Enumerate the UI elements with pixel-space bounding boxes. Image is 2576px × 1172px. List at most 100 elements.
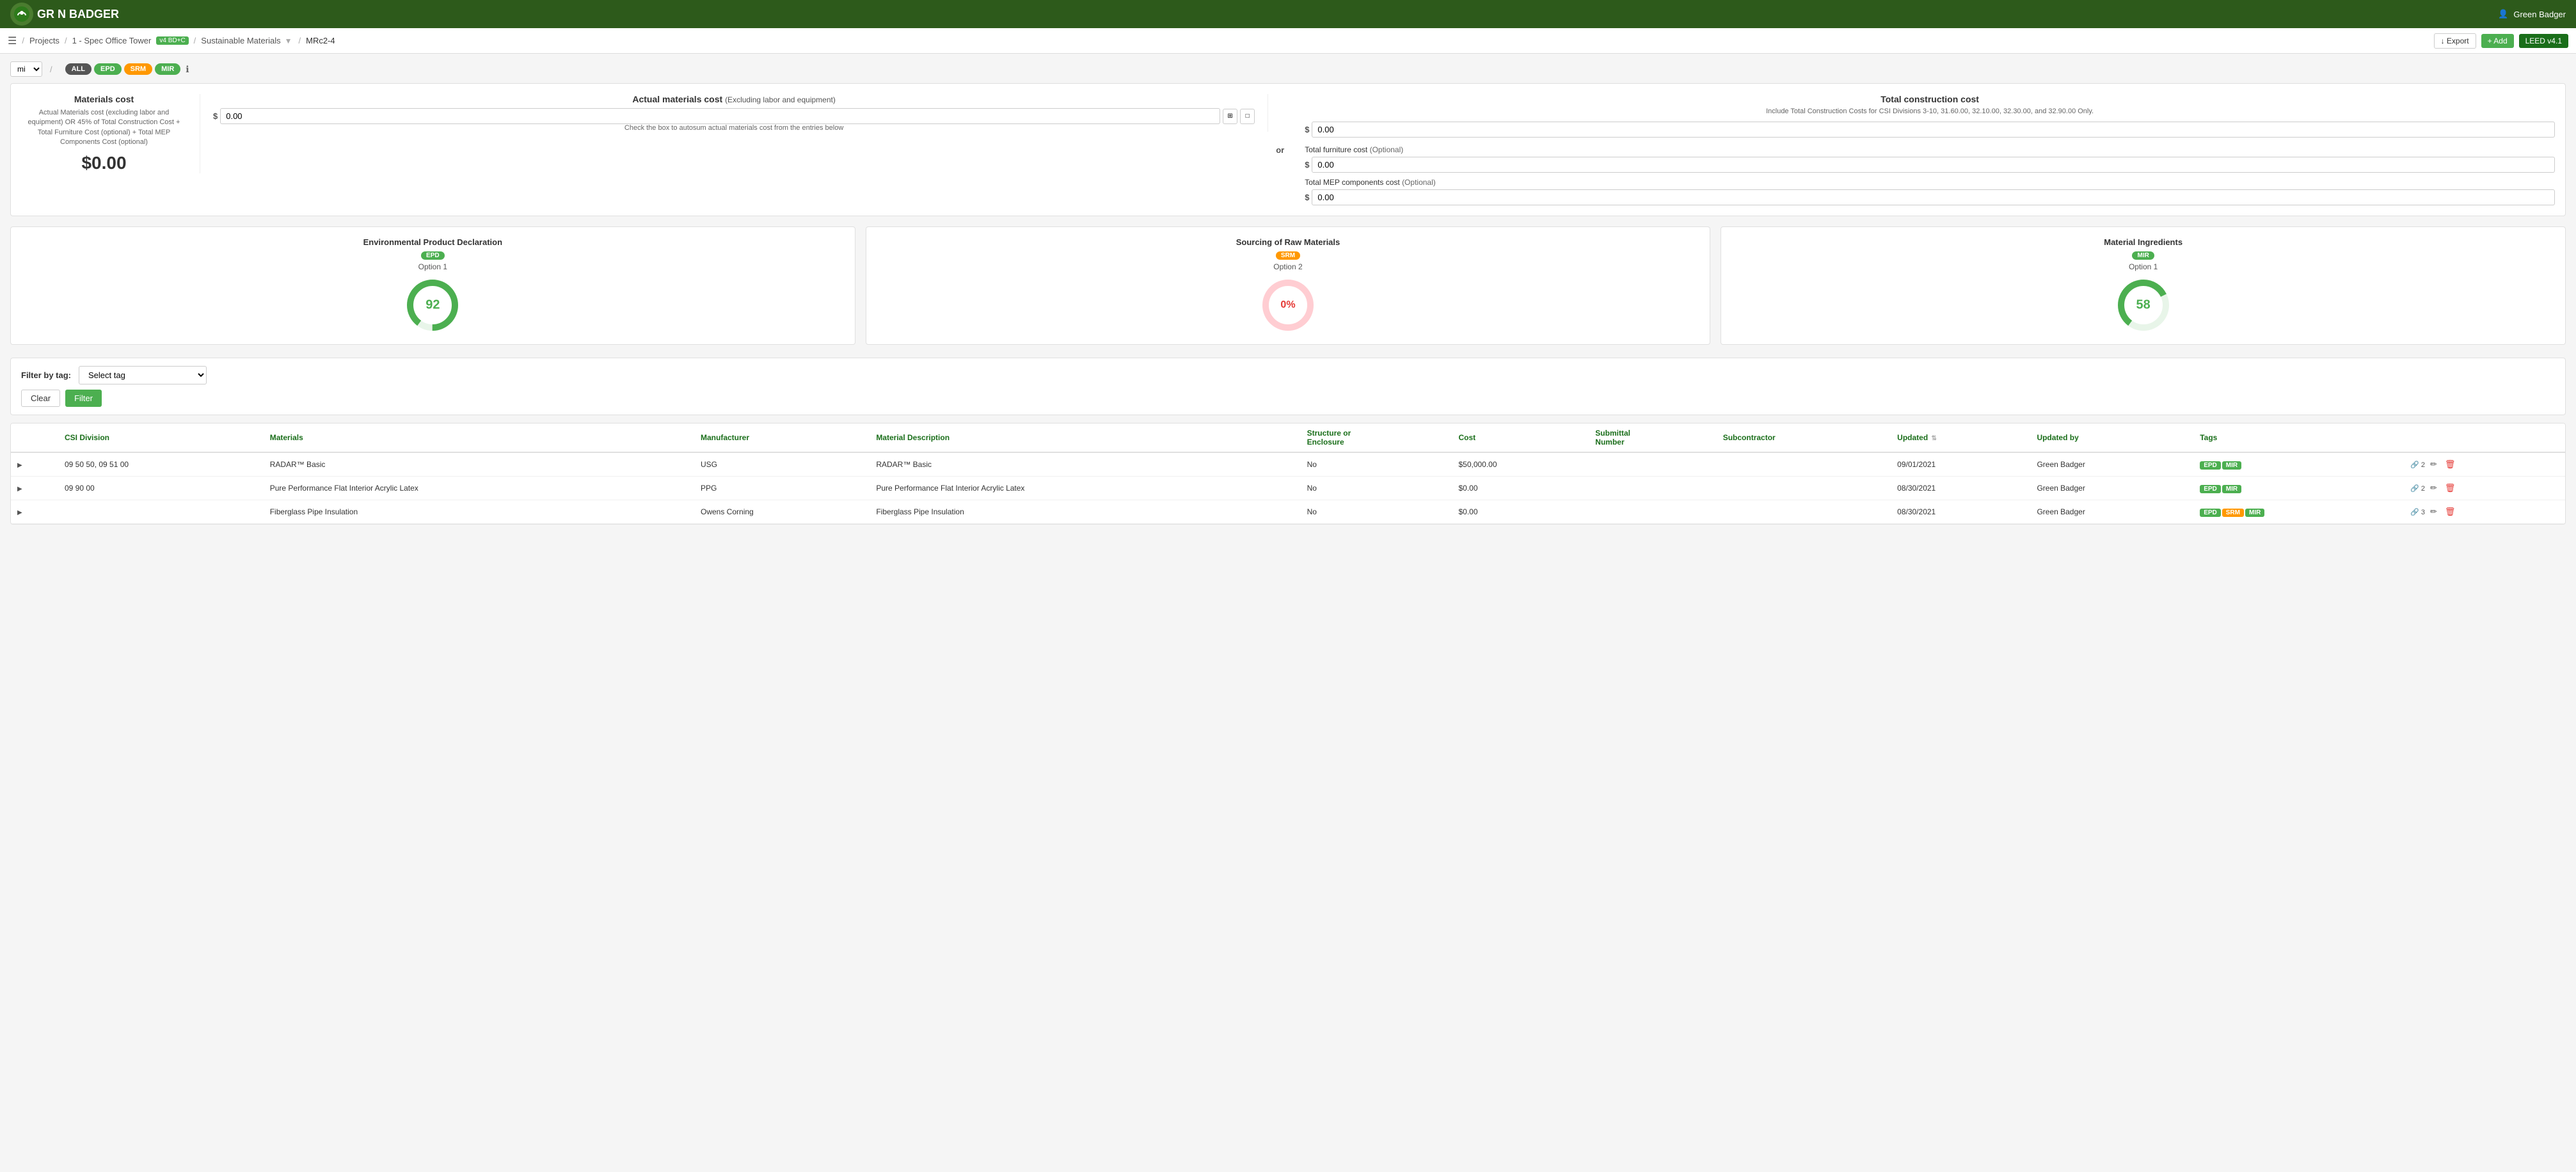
info-button[interactable]: ℹ [186, 64, 189, 75]
add-button[interactable]: + Add [2481, 34, 2514, 48]
menu-button[interactable]: ☰ [8, 35, 17, 47]
mep-input-row: $ [1305, 189, 2555, 205]
col-structure[interactable]: Structure orEnclosure [1301, 424, 1452, 452]
logo-text: GR N BADGER [37, 8, 119, 21]
chart-epd: Environmental Product Declaration EPD Op… [10, 226, 855, 345]
filter-buttons: Clear Filter [21, 390, 2555, 407]
breadcrumb-sustainable[interactable]: Sustainable Materials [201, 36, 280, 45]
furniture-input[interactable] [1312, 157, 2555, 173]
dollar-sign-furniture: $ [1305, 160, 1309, 170]
chart-mir-badge: MIR [2132, 251, 2154, 260]
cost-area: Materials cost Actual Materials cost (ex… [10, 83, 2566, 216]
chart-mir-title: Material Ingredients [1731, 237, 2555, 247]
actual-cost-note: Check the box to autosum actual material… [213, 124, 1255, 132]
tag-mir: MIR [2222, 461, 2241, 470]
table-row: ▶ 09 50 50, 09 51 00 RADAR™ Basic USG RA… [11, 452, 2565, 477]
filter-tag-area: Filter by tag: Select tag Clear Filter [10, 358, 2566, 415]
row-tags: EPDSRMMIR [2193, 500, 2404, 524]
dollar-sign-construction: $ [1305, 125, 1309, 134]
pill-epd[interactable]: EPD [94, 63, 122, 75]
donut-srm: 0% [1259, 276, 1317, 334]
tag-epd: EPD [2200, 509, 2221, 517]
chart-epd-title: Environmental Product Declaration [21, 237, 845, 247]
chart-mir: Material Ingredients MIR Option 1 58 [1721, 226, 2566, 345]
row-manufacturer: Owens Corning [694, 500, 870, 524]
pill-srm[interactable]: SRM [124, 63, 152, 75]
col-manufacturer[interactable]: Manufacturer [694, 424, 870, 452]
row-description: RADAR™ Basic [870, 452, 1300, 477]
dollar-sign-mep: $ [1305, 193, 1309, 202]
materials-cost-value: $0.00 [21, 153, 187, 173]
row-structure: No [1301, 477, 1452, 500]
tag-select[interactable]: Select tag [79, 366, 207, 384]
col-tags[interactable]: Tags [2193, 424, 2404, 452]
col-cost[interactable]: Cost [1452, 424, 1589, 452]
breadcrumb-tower[interactable]: 1 - Spec Office Tower [72, 36, 152, 45]
materials-cost-section: Materials cost Actual Materials cost (ex… [21, 94, 200, 173]
col-submittal[interactable]: SubmittalNumber [1589, 424, 1716, 452]
breadcrumb-projects[interactable]: Projects [29, 36, 60, 45]
user-icon: 👤 [2498, 9, 2508, 19]
cost-row: Materials cost Actual Materials cost (ex… [21, 94, 2555, 205]
total-construction-section: Total construction cost Include Total Co… [1292, 94, 2555, 205]
col-subcontractor[interactable]: Subcontractor [1717, 424, 1891, 452]
user-name: Green Badger [2513, 10, 2566, 19]
checkbox-icon[interactable]: □ [1240, 109, 1255, 124]
edit-button[interactable]: ✏ [2428, 458, 2440, 471]
edit-button[interactable]: ✏ [2428, 482, 2440, 495]
pill-mir[interactable]: MIR [155, 63, 180, 75]
donut-epd: 92 [404, 276, 461, 334]
pill-all[interactable]: ALL [65, 63, 91, 75]
top-controls: mi km / ALL EPD SRM MIR ℹ [10, 61, 2566, 77]
actual-materials-title: Actual materials cost (Excluding labor a… [213, 94, 1255, 104]
row-tags: EPDMIR [2193, 452, 2404, 477]
row-csi: 09 90 00 [58, 477, 264, 500]
chart-srm-badge: SRM [1276, 251, 1300, 260]
row-cost: $50,000.00 [1452, 452, 1589, 477]
row-description: Fiberglass Pipe Insulation [870, 500, 1300, 524]
chart-srm: Sourcing of Raw Materials SRM Option 2 0… [866, 226, 1711, 345]
tag-mir: MIR [2222, 485, 2241, 493]
row-updated: 09/01/2021 [1891, 452, 2030, 477]
chart-srm-option: Option 2 [877, 262, 1700, 271]
unit-selector[interactable]: mi km [10, 61, 42, 77]
edit-button[interactable]: ✏ [2428, 505, 2440, 518]
or-separator: or [1268, 145, 1292, 155]
row-materials: RADAR™ Basic [264, 452, 694, 477]
link-count: 🔗 2 [2410, 484, 2425, 493]
logo: GR N BADGER [10, 3, 119, 26]
delete-button[interactable]: 🗑 [2442, 505, 2458, 518]
actual-materials-subtitle: (Excluding labor and equipment) [725, 95, 836, 104]
col-description[interactable]: Material Description [870, 424, 1300, 452]
filter-button[interactable]: Filter [65, 390, 102, 407]
breadcrumb-current: MRc2-4 [306, 36, 335, 45]
row-expand[interactable]: ▶ [11, 452, 58, 477]
col-updated[interactable]: Updated ⇅ [1891, 424, 2030, 452]
col-materials[interactable]: Materials [264, 424, 694, 452]
col-csi[interactable]: CSI Division [58, 424, 264, 452]
table-header-row: CSI Division Materials Manufacturer Mate… [11, 424, 2565, 452]
row-expand[interactable]: ▶ [11, 500, 58, 524]
mep-input[interactable] [1312, 189, 2555, 205]
clear-button[interactable]: Clear [21, 390, 60, 407]
donut-srm-value: 0% [1280, 299, 1295, 311]
donut-mir: 58 [2115, 276, 2172, 334]
leed-version-button[interactable]: LEED v4.1 [2519, 34, 2568, 48]
row-expand[interactable]: ▶ [11, 477, 58, 500]
export-button[interactable]: ↓ Export [2434, 33, 2476, 49]
delete-button[interactable]: 🗑 [2442, 482, 2458, 495]
dropdown-icon: ▼ [285, 36, 292, 45]
delete-button[interactable]: 🗑 [2442, 458, 2458, 471]
chart-srm-title: Sourcing of Raw Materials [877, 237, 1700, 247]
table-icon[interactable]: ⊞ [1223, 109, 1237, 124]
actual-cost-input[interactable] [220, 108, 1220, 124]
link-count: 🔗 2 [2410, 461, 2425, 469]
col-updatedby[interactable]: Updated by [2030, 424, 2193, 452]
materials-table: CSI Division Materials Manufacturer Mate… [10, 423, 2566, 525]
row-cost: $0.00 [1452, 500, 1589, 524]
materials-cost-desc: Actual Materials cost (excluding labor a… [21, 108, 187, 148]
chart-epd-option: Option 1 [21, 262, 845, 271]
row-csi: 09 50 50, 09 51 00 [58, 452, 264, 477]
mep-title: Total MEP components cost [1305, 178, 1400, 187]
total-construction-input[interactable] [1312, 122, 2555, 138]
